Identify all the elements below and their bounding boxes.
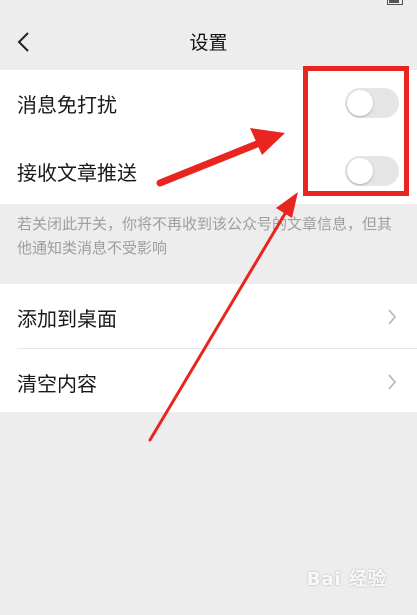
actions-group: 添加到桌面 清空内容 [0,284,417,412]
receive-articles-label: 接收文章推送 [17,161,137,185]
header: 设置 [0,14,417,70]
status-bar [0,0,417,14]
add-to-desktop-label: 添加到桌面 [17,307,117,331]
annotation-highlight-box [303,66,409,196]
chevron-right-icon [388,309,397,325]
hint-text: 若关闭此开关，你将不再收到该公众号的文章信息，但其他通知类消息不受影响 [17,215,393,257]
settings-screen: 设置 消息免打扰 接收文章推送 若关闭此开关，你将不再收到该公众号的文章信息，但… [0,0,417,615]
clear-content-label: 清空内容 [17,372,97,396]
status-right [385,0,405,7]
do-not-disturb-label: 消息免打扰 [17,93,117,117]
page-title: 设置 [189,32,228,54]
row-clear-content[interactable]: 清空内容 [0,349,417,415]
battery-icon [387,0,403,5]
watermark-logo: Bai 经验 [306,569,387,590]
row-add-to-desktop[interactable]: 添加到桌面 [0,284,417,350]
chevron-right-icon [388,374,397,390]
